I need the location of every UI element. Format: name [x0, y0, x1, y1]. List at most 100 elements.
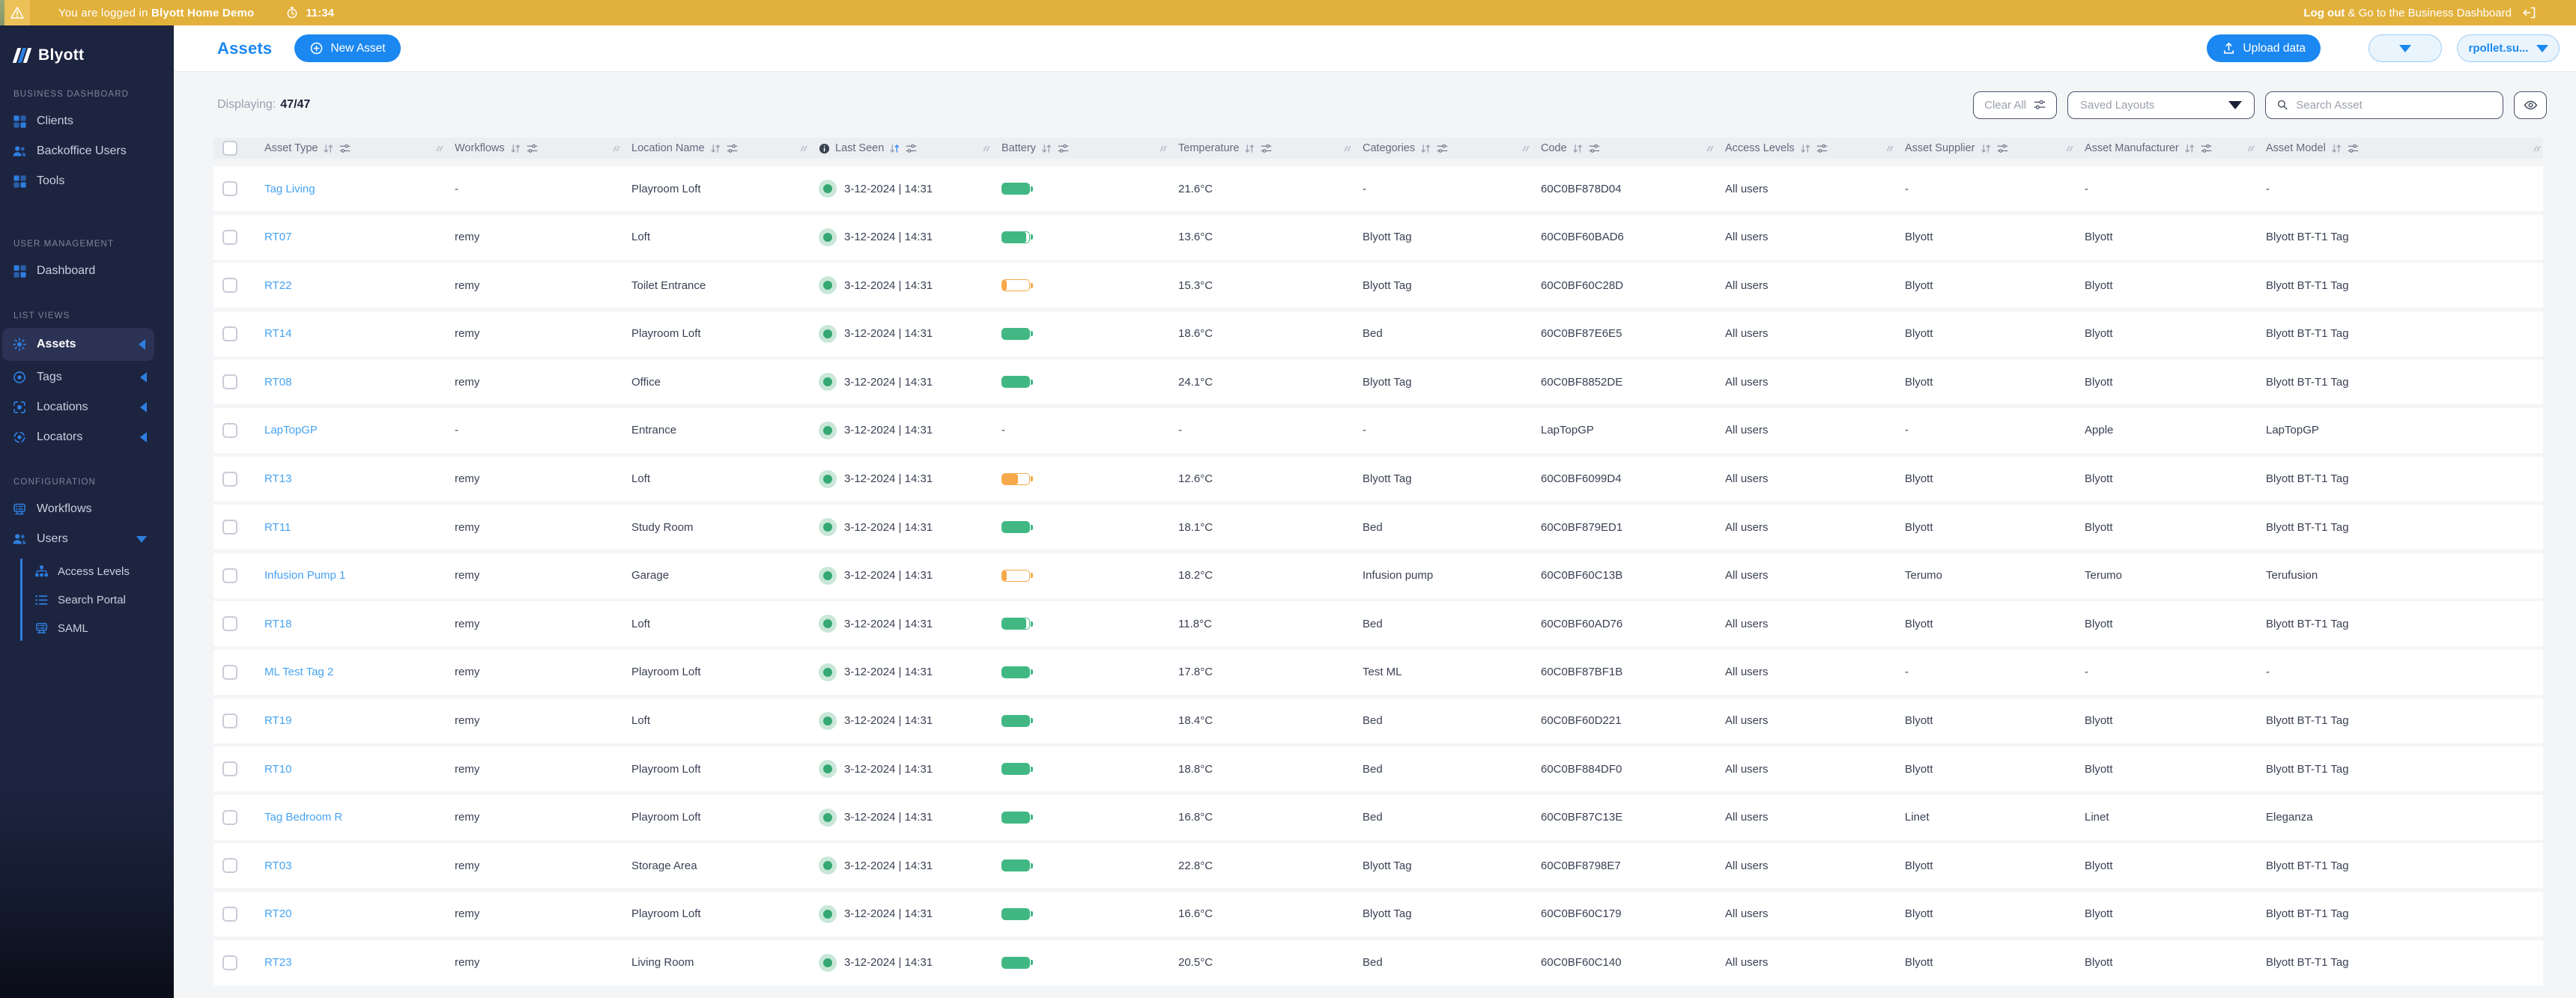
search-input[interactable] — [2296, 99, 2492, 112]
logout-link[interactable]: Log out & Go to the Business Dashboard — [2303, 7, 2512, 19]
column-header-categories[interactable]: Categories — [1354, 142, 1532, 154]
app-logo[interactable]: Blyott — [0, 25, 174, 72]
column-resize-handle[interactable] — [1524, 146, 1528, 151]
column-header-asset-model[interactable]: Asset Model — [2257, 142, 2543, 154]
column-filter-icon[interactable] — [339, 143, 351, 154]
chevron-left-icon[interactable] — [140, 402, 147, 413]
asset-link[interactable]: RT10 — [264, 763, 291, 776]
column-resize-handle[interactable] — [2535, 146, 2539, 151]
upload-data-button[interactable]: Upload data — [2207, 34, 2321, 62]
row-checkbox[interactable] — [222, 568, 237, 583]
visibility-toggle-button[interactable] — [2514, 91, 2547, 119]
row-checkbox[interactable] — [222, 713, 237, 728]
column-filter-icon[interactable] — [906, 143, 917, 154]
search-asset-box[interactable] — [2265, 91, 2503, 119]
column-resize-handle[interactable] — [437, 146, 442, 151]
row-checkbox[interactable] — [222, 955, 237, 970]
column-resize-handle[interactable] — [801, 146, 806, 151]
sidebar-item-assets[interactable]: Assets — [2, 328, 154, 361]
sort-icon[interactable] — [1800, 143, 1811, 154]
clear-all-button[interactable]: Clear All — [1973, 91, 2057, 119]
column-header-asset-type[interactable]: Asset Type — [255, 142, 446, 154]
row-checkbox[interactable] — [222, 665, 237, 680]
column-header-temperature[interactable]: Temperature — [1169, 142, 1354, 154]
row-checkbox[interactable] — [222, 326, 237, 341]
row-checkbox[interactable] — [222, 374, 237, 389]
sort-icon[interactable] — [710, 143, 721, 154]
sort-icon[interactable] — [2331, 143, 2342, 154]
asset-link[interactable]: LapTopGP — [264, 424, 318, 436]
column-header-asset-supplier[interactable]: Asset Supplier — [1896, 142, 2076, 154]
chevron-left-icon[interactable] — [139, 339, 145, 350]
asset-link[interactable]: RT03 — [264, 859, 291, 872]
header-dropdown[interactable] — [2369, 34, 2442, 62]
column-header-access-levels[interactable]: Access Levels — [1716, 142, 1896, 154]
logout-icon[interactable] — [2522, 5, 2537, 20]
sort-icon[interactable] — [1041, 143, 1052, 154]
column-header-last-seen[interactable]: Last Seen — [810, 142, 992, 154]
asset-link[interactable]: Tag Bedroom R — [264, 811, 342, 824]
asset-link[interactable]: RT08 — [264, 376, 291, 389]
row-checkbox[interactable] — [222, 181, 237, 196]
saved-layouts-dropdown[interactable]: Saved Layouts — [2067, 91, 2255, 119]
asset-link[interactable]: RT14 — [264, 327, 291, 340]
chevron-down-icon[interactable] — [136, 536, 147, 543]
column-filter-icon[interactable] — [1261, 143, 1272, 154]
column-resize-handle[interactable] — [1161, 146, 1166, 151]
sidebar-item-locations[interactable]: Locations — [0, 392, 174, 422]
asset-link[interactable]: RT13 — [264, 472, 291, 485]
column-header-workflows[interactable]: Workflows — [446, 142, 622, 154]
column-filter-icon[interactable] — [527, 143, 538, 154]
asset-link[interactable]: RT07 — [264, 231, 291, 243]
sidebar-item-clients[interactable]: Clients — [0, 106, 174, 136]
column-resize-handle[interactable] — [1345, 146, 1350, 151]
sort-icon[interactable] — [323, 143, 334, 154]
row-checkbox[interactable] — [222, 520, 237, 535]
sidebar-item-tags[interactable]: Tags — [0, 362, 174, 392]
sort-icon[interactable] — [1420, 143, 1431, 154]
row-checkbox[interactable] — [222, 907, 237, 922]
asset-link[interactable]: RT23 — [264, 956, 291, 969]
column-filter-icon[interactable] — [1437, 143, 1448, 154]
row-checkbox[interactable] — [222, 472, 237, 487]
user-menu[interactable]: rpollet.su... — [2457, 34, 2560, 62]
column-resize-handle[interactable] — [2249, 146, 2253, 151]
sidebar-item-saml[interactable]: SAML — [0, 614, 174, 642]
asset-link[interactable]: RT19 — [264, 714, 291, 727]
sidebar-item-dashboard[interactable]: Dashboard — [0, 256, 174, 286]
sidebar-item-workflows[interactable]: Workflows — [0, 494, 174, 524]
sort-icon[interactable] — [2184, 143, 2195, 154]
row-checkbox[interactable] — [222, 761, 237, 776]
column-filter-icon[interactable] — [1058, 143, 1069, 154]
column-filter-icon[interactable] — [727, 143, 738, 154]
asset-link[interactable]: RT18 — [264, 618, 291, 630]
column-filter-icon[interactable] — [1816, 143, 1828, 154]
column-resize-handle[interactable] — [1708, 146, 1712, 151]
sidebar-item-access-levels[interactable]: Access Levels — [0, 557, 174, 585]
column-resize-handle[interactable] — [2067, 146, 2072, 151]
row-checkbox[interactable] — [222, 423, 237, 438]
sort-icon[interactable] — [889, 143, 900, 154]
sort-icon[interactable] — [1572, 143, 1584, 154]
sort-icon[interactable] — [1981, 143, 1992, 154]
row-checkbox[interactable] — [222, 278, 237, 293]
sidebar-item-search-portal[interactable]: Search Portal — [0, 585, 174, 614]
sidebar-item-backoffice-users[interactable]: Backoffice Users — [0, 136, 174, 166]
column-resize-handle[interactable] — [614, 146, 619, 151]
chevron-left-icon[interactable] — [140, 432, 147, 442]
asset-link[interactable]: Tag Living — [264, 183, 315, 195]
asset-link[interactable]: ML Test Tag 2 — [264, 666, 333, 678]
asset-link[interactable]: RT11 — [264, 521, 291, 534]
sort-icon[interactable] — [510, 143, 521, 154]
column-resize-handle[interactable] — [984, 146, 989, 151]
asset-link[interactable]: Infusion Pump 1 — [264, 569, 345, 582]
sidebar-item-tools[interactable]: Tools — [0, 166, 174, 196]
column-header-battery[interactable]: Battery — [992, 142, 1169, 154]
asset-link[interactable]: RT22 — [264, 279, 291, 292]
column-header-code[interactable]: Code — [1532, 142, 1716, 154]
row-checkbox[interactable] — [222, 810, 237, 825]
column-resize-handle[interactable] — [1888, 146, 1892, 151]
sidebar-item-users[interactable]: Users — [0, 524, 174, 554]
column-filter-icon[interactable] — [1589, 143, 1600, 154]
column-filter-icon[interactable] — [1997, 143, 2008, 154]
